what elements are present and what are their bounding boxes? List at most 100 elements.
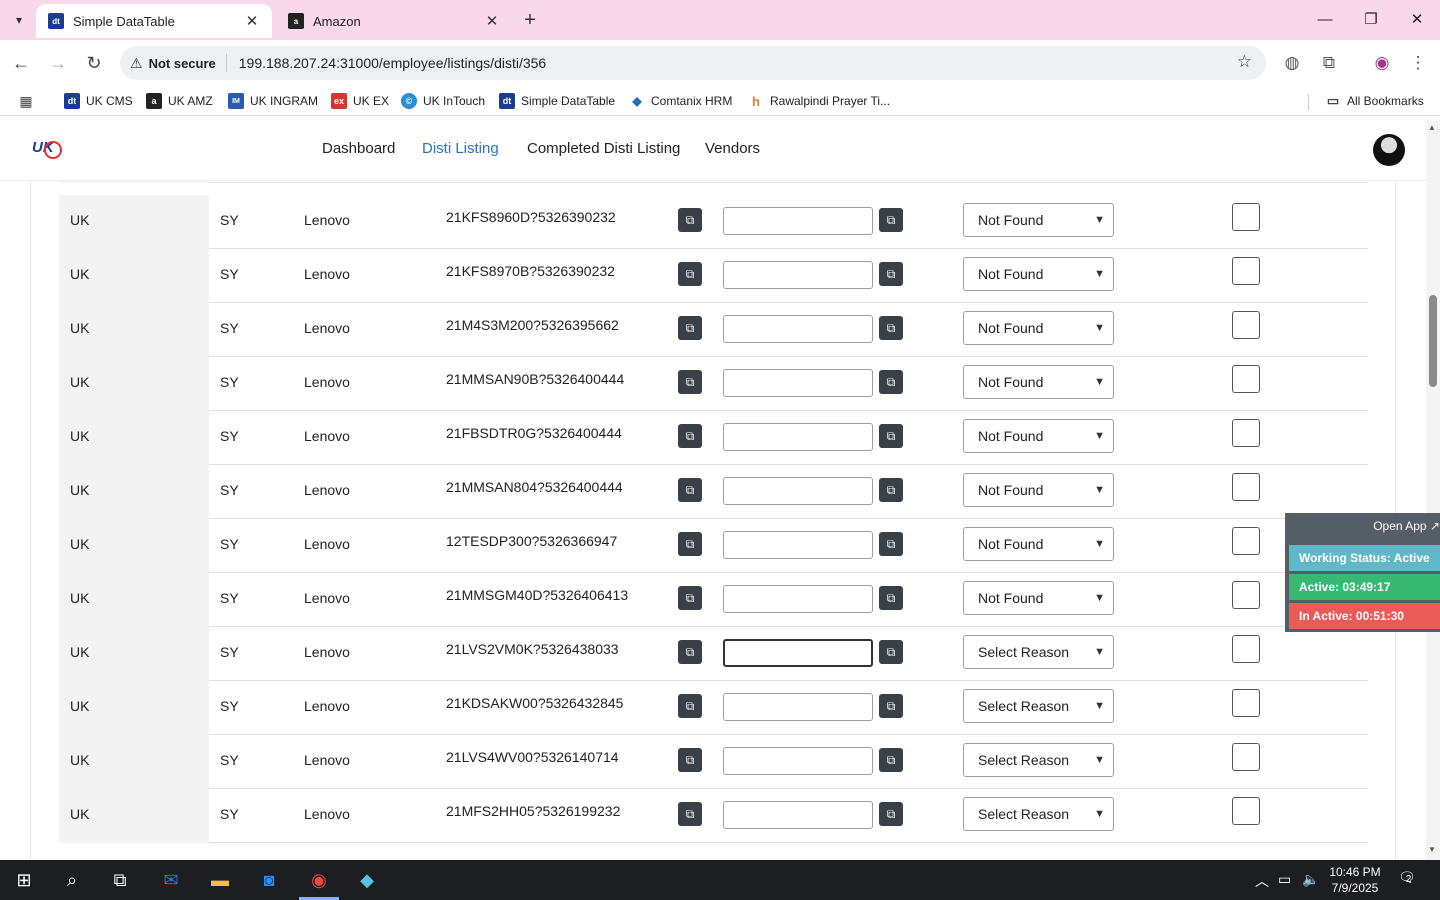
- listing-input[interactable]: [723, 531, 873, 559]
- extensions-puzzle-icon[interactable]: ⧉: [1316, 50, 1342, 76]
- copy-sku-button[interactable]: ⧉: [678, 478, 702, 502]
- copy-sku-button[interactable]: ⧉: [678, 532, 702, 556]
- listing-input[interactable]: [723, 369, 873, 397]
- row-checkbox[interactable]: [1232, 311, 1260, 339]
- site-logo[interactable]: UK: [32, 139, 62, 163]
- tab-amazon[interactable]: a Amazon ✕: [276, 4, 512, 38]
- tray-chevron-up-icon[interactable]: ︿: [1255, 871, 1269, 891]
- paste-button[interactable]: ⧉: [879, 748, 903, 772]
- outlook-icon[interactable]: ✉: [156, 866, 186, 894]
- paste-button[interactable]: ⧉: [879, 586, 903, 610]
- reason-select[interactable]: Not Found ▼: [963, 419, 1114, 453]
- nav-completed-disti-listing[interactable]: Completed Disti Listing: [527, 140, 680, 157]
- nav-disti-listing[interactable]: Disti Listing: [422, 140, 499, 157]
- row-checkbox[interactable]: [1232, 365, 1260, 393]
- reason-select[interactable]: Select Reason ▼: [963, 743, 1114, 777]
- paste-button[interactable]: ⧉: [879, 532, 903, 556]
- row-checkbox[interactable]: [1232, 257, 1260, 285]
- reason-select[interactable]: Not Found ▼: [963, 365, 1114, 399]
- bookmark-uk-ex[interactable]: ex UK EX: [331, 92, 389, 110]
- tab-search-chevron-icon[interactable]: ▾: [4, 6, 34, 34]
- listing-input[interactable]: [723, 747, 873, 775]
- windows-start-icon[interactable]: ⊞: [9, 866, 39, 894]
- listing-input[interactable]: [723, 207, 873, 235]
- copy-sku-button[interactable]: ⧉: [678, 640, 702, 664]
- translate-globe-icon[interactable]: ◍: [1279, 50, 1305, 76]
- reason-select[interactable]: Not Found ▼: [963, 581, 1114, 615]
- reason-select[interactable]: Select Reason ▼: [963, 635, 1114, 669]
- bookmark-uk-ingram[interactable]: IM UK INGRAM: [228, 92, 318, 110]
- close-tab-icon[interactable]: ✕: [244, 12, 260, 30]
- row-checkbox[interactable]: [1232, 527, 1260, 555]
- back-arrow-icon[interactable]: ←: [8, 50, 34, 76]
- listing-input[interactable]: [723, 585, 873, 613]
- security-label[interactable]: Not secure: [149, 56, 216, 71]
- paste-button[interactable]: ⧉: [879, 478, 903, 502]
- row-checkbox[interactable]: [1232, 743, 1260, 771]
- address-bar[interactable]: ⚠ Not secure 199.188.207.24:31000/employ…: [120, 46, 1266, 80]
- listing-input[interactable]: [723, 639, 873, 667]
- scrollbar-thumb[interactable]: [1429, 295, 1437, 387]
- nav-dashboard[interactable]: Dashboard: [322, 140, 395, 157]
- bookmark-star-icon[interactable]: ☆: [1237, 52, 1252, 72]
- copy-sku-button[interactable]: ⧉: [678, 370, 702, 394]
- restore-icon[interactable]: ❐: [1356, 6, 1386, 34]
- close-tab-icon[interactable]: ✕: [484, 12, 500, 30]
- row-checkbox[interactable]: [1232, 419, 1260, 447]
- row-checkbox[interactable]: [1232, 689, 1260, 717]
- network-icon[interactable]: ▭: [1278, 871, 1291, 888]
- minimize-icon[interactable]: —: [1310, 6, 1340, 34]
- user-avatar[interactable]: [1373, 134, 1405, 166]
- paste-button[interactable]: ⧉: [879, 694, 903, 718]
- task-view-icon[interactable]: ⧉: [105, 866, 135, 894]
- scroll-down-icon[interactable]: ▼: [1428, 845, 1436, 854]
- url-text[interactable]: 199.188.207.24:31000/employee/listings/d…: [239, 55, 546, 71]
- app-diamond-icon[interactable]: ◆: [352, 866, 382, 894]
- system-clock[interactable]: 10:46 PM 7/9/2025: [1322, 864, 1388, 896]
- bookmark-uk-cms[interactable]: dt UK CMS: [64, 92, 133, 110]
- reload-icon[interactable]: ↻: [81, 50, 107, 76]
- all-bookmarks[interactable]: ▭ All Bookmarks: [1325, 92, 1424, 110]
- paste-button[interactable]: ⧉: [879, 640, 903, 664]
- window-close-icon[interactable]: ✕: [1402, 6, 1432, 34]
- reason-select[interactable]: Not Found ▼: [963, 257, 1114, 291]
- scroll-up-icon[interactable]: ▲: [1428, 123, 1436, 132]
- copy-sku-button[interactable]: ⧉: [678, 748, 702, 772]
- kebab-menu-icon[interactable]: ⋮: [1405, 50, 1431, 76]
- reason-select[interactable]: Not Found ▼: [963, 473, 1114, 507]
- listing-input[interactable]: [723, 693, 873, 721]
- nav-vendors[interactable]: Vendors: [705, 140, 760, 157]
- reason-select[interactable]: Not Found ▼: [963, 203, 1114, 237]
- zoom-icon[interactable]: ◙: [254, 866, 284, 894]
- paste-button[interactable]: ⧉: [879, 208, 903, 232]
- row-checkbox[interactable]: [1232, 797, 1260, 825]
- open-app-link[interactable]: Open App ↗: [1373, 519, 1440, 533]
- copy-sku-button[interactable]: ⧉: [678, 262, 702, 286]
- paste-button[interactable]: ⧉: [879, 262, 903, 286]
- paste-button[interactable]: ⧉: [879, 316, 903, 340]
- volume-muted-icon[interactable]: 🔈: [1302, 871, 1319, 888]
- row-checkbox[interactable]: [1232, 581, 1260, 609]
- reason-select[interactable]: Select Reason ▼: [963, 797, 1114, 831]
- copy-sku-button[interactable]: ⧉: [678, 424, 702, 448]
- notifications-icon[interactable]: 🗨2: [1398, 869, 1416, 886]
- reason-select[interactable]: Not Found ▼: [963, 311, 1114, 345]
- bookmark-simple-datatable[interactable]: dt Simple DataTable: [499, 92, 615, 110]
- row-checkbox[interactable]: [1232, 473, 1260, 501]
- paste-button[interactable]: ⧉: [879, 424, 903, 448]
- page-scrollbar[interactable]: ▲ ▼: [1426, 121, 1440, 860]
- copy-sku-button[interactable]: ⧉: [678, 802, 702, 826]
- listing-input[interactable]: [723, 477, 873, 505]
- row-checkbox[interactable]: [1232, 203, 1260, 231]
- search-icon[interactable]: ⌕: [57, 866, 87, 894]
- listing-input[interactable]: [723, 801, 873, 829]
- tab-simple-datatable[interactable]: dt Simple DataTable ✕: [36, 4, 272, 38]
- copy-sku-button[interactable]: ⧉: [678, 586, 702, 610]
- bookmark-uk-intouch[interactable]: © UK InTouch: [401, 92, 485, 110]
- listing-input[interactable]: [723, 261, 873, 289]
- profile-icon[interactable]: ◉: [1369, 50, 1395, 76]
- file-explorer-icon[interactable]: ▬: [205, 866, 235, 894]
- chrome-icon[interactable]: ◉: [304, 866, 334, 894]
- row-checkbox[interactable]: [1232, 635, 1260, 663]
- copy-sku-button[interactable]: ⧉: [678, 316, 702, 340]
